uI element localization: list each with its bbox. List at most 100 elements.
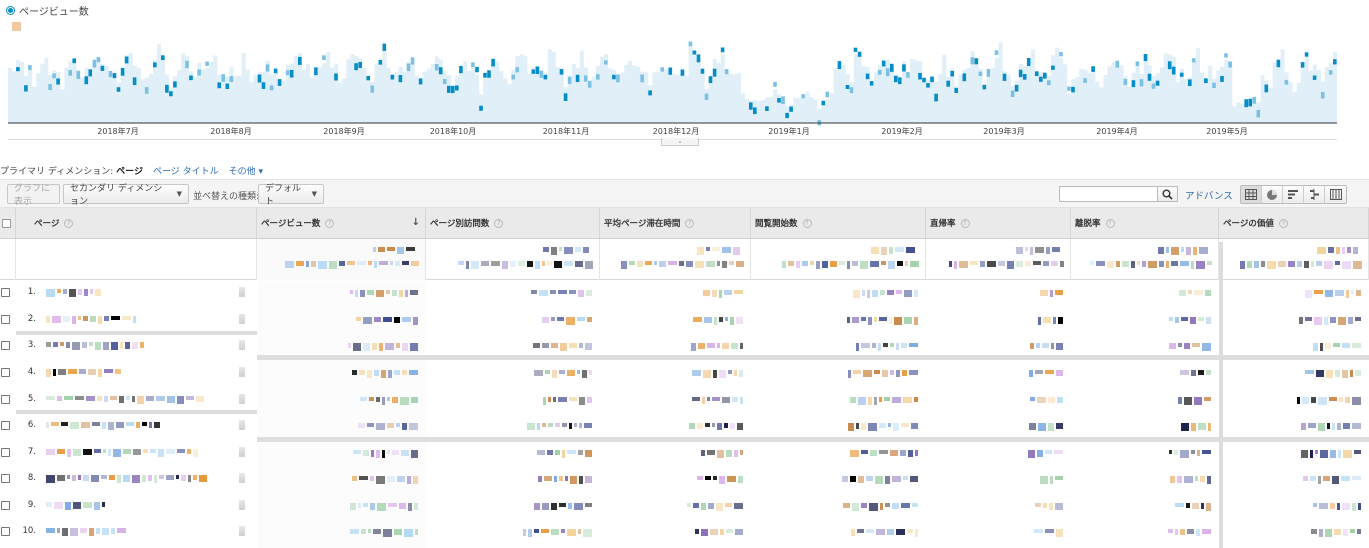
help-icon[interactable]: ? xyxy=(960,218,970,228)
data-point xyxy=(781,96,785,105)
table-search-input[interactable] xyxy=(1059,186,1158,202)
view-table-button[interactable] xyxy=(1241,186,1262,203)
legend-label: ページビュー数 xyxy=(19,6,89,18)
page-path-link[interactable] xyxy=(46,475,207,489)
table-row: 4. xyxy=(0,361,1369,387)
row-checkbox[interactable] xyxy=(1,395,10,404)
open-page-icon[interactable] xyxy=(239,526,245,536)
help-icon[interactable]: ? xyxy=(802,218,812,228)
row-number: 2. xyxy=(27,314,36,324)
row-checkbox[interactable] xyxy=(1,315,10,324)
chart-resize-handle[interactable]: ⌄ xyxy=(661,138,699,146)
dimension-page[interactable]: ページ xyxy=(116,167,143,177)
page-path-link[interactable] xyxy=(46,369,121,383)
open-page-icon[interactable] xyxy=(239,287,245,297)
dimension-other-dropdown[interactable]: その他 ▾ xyxy=(229,164,263,177)
redacted-value xyxy=(1317,247,1358,254)
redacted-value xyxy=(1170,476,1211,484)
secondary-dimension-dropdown[interactable]: セカンダリ ディメンション ▼ xyxy=(63,184,189,207)
redacted-value xyxy=(1158,247,1208,255)
column-header-page-value[interactable]: ページの価値? xyxy=(1219,208,1369,239)
help-icon[interactable]: ? xyxy=(64,218,74,228)
page-path-link[interactable] xyxy=(46,396,204,410)
open-page-icon[interactable] xyxy=(239,394,245,404)
data-point xyxy=(1018,69,1023,78)
view-performance-button[interactable] xyxy=(1283,186,1304,203)
data-point xyxy=(688,41,693,47)
data-point xyxy=(382,43,387,51)
chart-legend[interactable]: ページビュー数 xyxy=(7,4,89,18)
row-checkbox[interactable] xyxy=(1,368,10,377)
data-point xyxy=(753,107,757,115)
data-point xyxy=(894,75,898,83)
open-page-icon[interactable] xyxy=(239,367,245,377)
open-page-icon[interactable] xyxy=(239,420,245,430)
data-point xyxy=(161,55,165,61)
open-page-icon[interactable] xyxy=(239,447,245,457)
help-icon[interactable]: ? xyxy=(685,218,695,228)
plot-rows-button[interactable]: グラフに表示 xyxy=(7,184,60,207)
row-checkbox[interactable] xyxy=(1,341,10,350)
redacted-value xyxy=(350,529,418,537)
row-separator xyxy=(16,331,257,335)
redacted-value xyxy=(621,261,744,269)
view-comparison-button[interactable] xyxy=(1304,186,1325,203)
advanced-filter-link[interactable]: アドバンス xyxy=(1185,188,1233,202)
page-path-link[interactable] xyxy=(46,342,144,356)
search-button[interactable] xyxy=(1158,186,1178,202)
help-icon[interactable]: ? xyxy=(1105,218,1115,228)
page-path-link[interactable] xyxy=(46,502,105,516)
column-header-pageviews[interactable]: ページビュー数? ↓ xyxy=(257,208,426,239)
sort-type-dropdown[interactable]: デフォルト ▼ xyxy=(258,184,324,207)
page-path-link[interactable] xyxy=(46,528,126,542)
view-pie-button[interactable] xyxy=(1262,186,1283,203)
column-header-unique-pageviews[interactable]: ページ別訪問数? xyxy=(426,208,600,239)
pageviews-chart[interactable]: 2018年7月 2018年8月 2018年9月 2018年10月 2018年11月 201… xyxy=(0,18,1369,138)
data-point xyxy=(749,102,753,110)
data-point xyxy=(692,50,697,55)
page-path-link[interactable] xyxy=(46,422,160,436)
row-checkbox[interactable] xyxy=(1,288,10,297)
row-checkbox[interactable] xyxy=(1,421,10,430)
view-pivot-button[interactable] xyxy=(1325,186,1346,203)
data-point xyxy=(982,84,987,90)
bar-chart-icon xyxy=(1288,190,1298,199)
total-exit-rate xyxy=(1071,239,1219,280)
open-page-icon[interactable] xyxy=(239,314,245,324)
select-all-checkbox[interactable] xyxy=(2,218,11,228)
help-icon[interactable]: ? xyxy=(325,218,335,228)
row-checkbox[interactable] xyxy=(1,527,10,536)
redacted-value xyxy=(1029,423,1063,431)
column-header-entrances[interactable]: 閲覧開始数? xyxy=(751,208,926,239)
data-point xyxy=(217,82,221,89)
row-number: 9. xyxy=(27,500,36,510)
redacted-value xyxy=(350,503,418,511)
column-header-avg-time[interactable]: 平均ページ滞在時間? xyxy=(600,208,751,239)
row-checkbox[interactable] xyxy=(1,448,10,457)
data-point xyxy=(459,65,463,74)
data-point xyxy=(587,81,592,88)
page-path-link[interactable] xyxy=(46,449,198,463)
open-page-icon[interactable] xyxy=(239,340,245,350)
column-header-exit-rate[interactable]: 離脱率? xyxy=(1071,208,1219,239)
redacted-value xyxy=(1305,370,1361,378)
dimension-page-title[interactable]: ページ タイトル xyxy=(153,164,219,177)
open-page-icon[interactable] xyxy=(239,500,245,510)
row-checkbox[interactable] xyxy=(1,501,10,510)
help-icon[interactable]: ? xyxy=(1278,218,1288,228)
totals-row xyxy=(0,239,1369,280)
row-checkbox[interactable] xyxy=(1,474,10,483)
search-icon xyxy=(1162,189,1173,200)
data-point xyxy=(1071,86,1075,93)
row-number: 4. xyxy=(27,367,36,377)
x-tick-label: 2019年4月 xyxy=(1096,126,1137,136)
column-header-bounce-rate[interactable]: 直帰率? xyxy=(926,208,1071,239)
page-path-link[interactable] xyxy=(46,289,101,303)
redacted-value xyxy=(537,450,592,458)
open-page-icon[interactable] xyxy=(239,473,245,483)
column-header-page[interactable]: ページ? xyxy=(16,208,257,239)
data-point xyxy=(1151,83,1156,89)
page-path-link[interactable] xyxy=(46,316,136,330)
redacted-value xyxy=(697,247,740,255)
help-icon[interactable]: ? xyxy=(494,218,504,228)
